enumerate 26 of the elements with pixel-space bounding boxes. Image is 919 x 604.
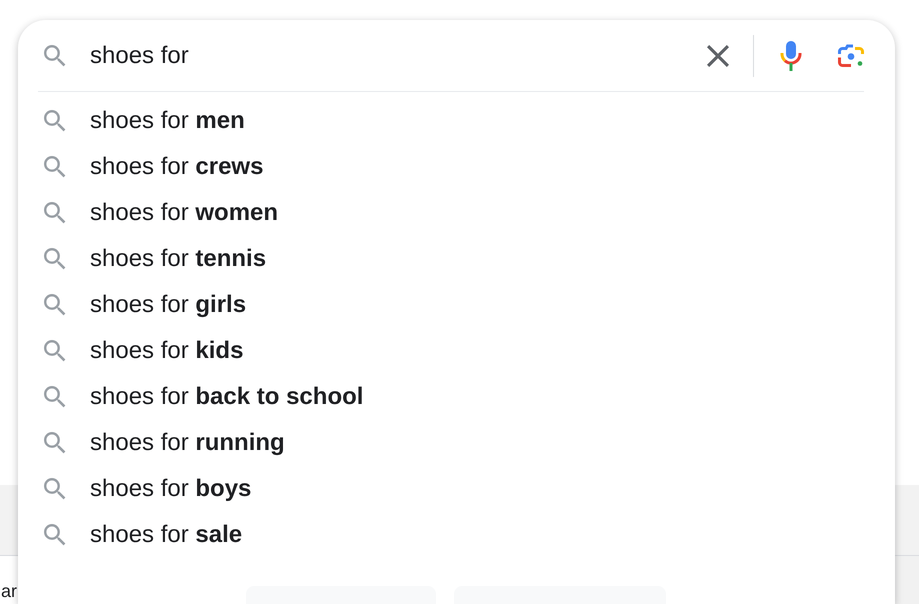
search-icon (44, 432, 66, 454)
partial-text: ar (0, 582, 18, 600)
search-icon (44, 202, 66, 224)
search-icon (44, 386, 66, 408)
search-icon (44, 340, 66, 362)
suggestion-item[interactable]: shoes for kids (18, 328, 895, 374)
suggestion-item[interactable]: shoes for girls (18, 282, 895, 328)
suggestion-item[interactable]: shoes for running (18, 420, 895, 466)
suggestion-item[interactable]: shoes for boys (18, 466, 895, 512)
search-field[interactable]: shoes for (90, 36, 698, 76)
search-icon (44, 110, 66, 132)
suggestion-item[interactable]: shoes for tennis (18, 236, 895, 282)
search-icon (44, 44, 66, 66)
suggestion-item[interactable]: shoes for crews (18, 144, 895, 190)
search-icon (44, 248, 66, 270)
close-icon (707, 44, 729, 66)
suggestion-item[interactable]: shoes for sale (18, 512, 895, 558)
search-icon (44, 156, 66, 178)
suggestion-item[interactable]: shoes for women (18, 190, 895, 236)
suggestion-item[interactable]: shoes for back to school (18, 374, 895, 420)
search-icon (44, 524, 66, 546)
search-icon (44, 294, 66, 316)
microphone-icon[interactable] (780, 40, 802, 70)
camera-icon[interactable] (837, 44, 865, 68)
suggestion-item[interactable]: shoes for men (18, 98, 895, 144)
search-icon (44, 478, 66, 500)
